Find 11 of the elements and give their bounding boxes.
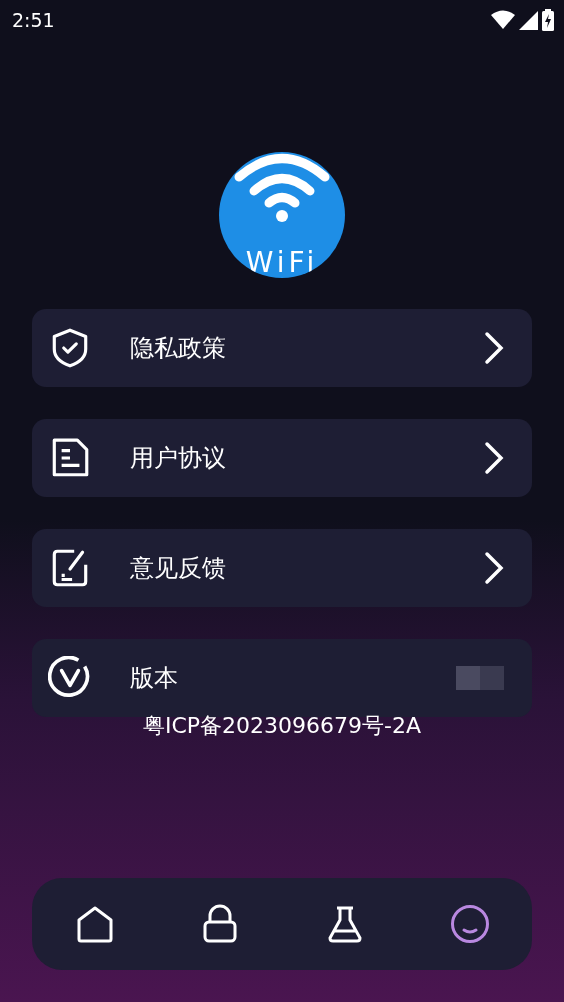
status-time: 2:51: [12, 7, 55, 33]
wifi-signal-icon: [491, 10, 515, 30]
menu-item[interactable]: 意见反馈: [32, 529, 532, 607]
wifi-logo: WiFi: [219, 152, 345, 278]
blurred-version-value: [456, 666, 504, 690]
cell-signal-icon: [519, 10, 538, 30]
circle-v-icon: [48, 656, 92, 700]
smiley-icon[interactable]: [449, 904, 490, 944]
battery-icon: [542, 9, 554, 31]
menu-item[interactable]: 用户协议: [32, 419, 532, 497]
menu-item[interactable]: 隐私政策: [32, 309, 532, 387]
